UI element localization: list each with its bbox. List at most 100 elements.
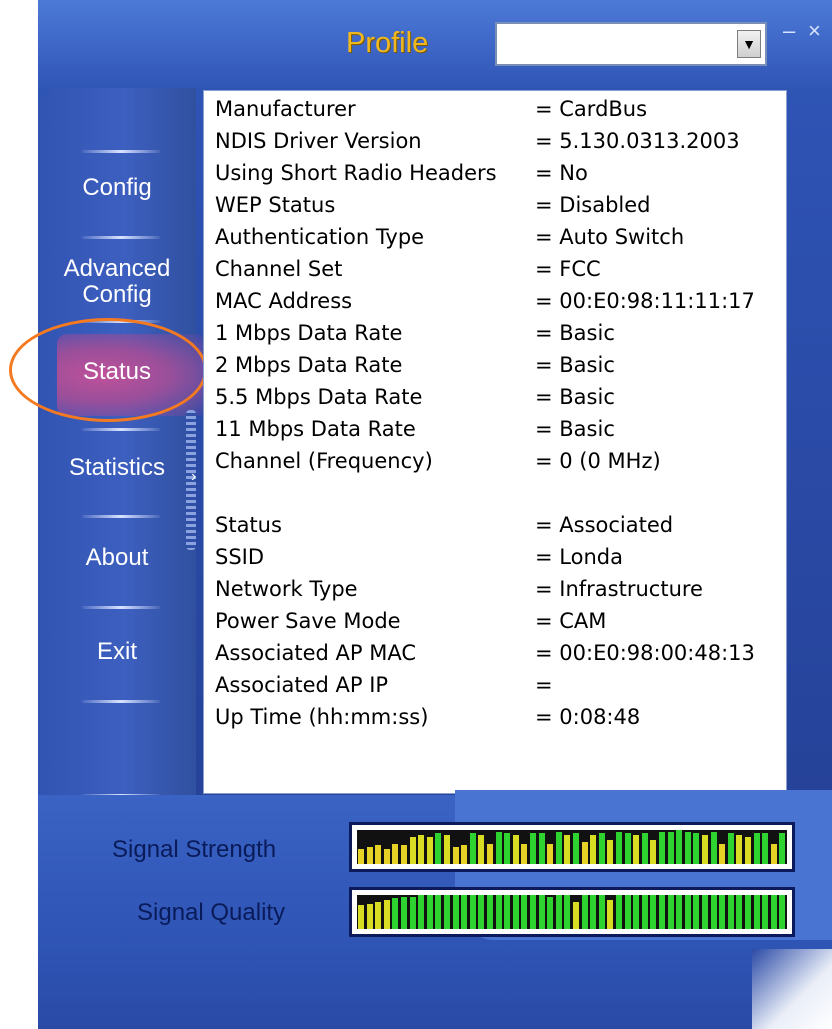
signal-quality-bar xyxy=(762,895,769,929)
status-value: = 00:E0:98:11:11:17 xyxy=(535,289,755,313)
signal-quality-bars xyxy=(357,895,787,929)
signal-quality-bar xyxy=(633,895,640,929)
status-label: WEP Status xyxy=(215,193,336,217)
status-label: NDIS Driver Version xyxy=(215,129,422,153)
signal-quality-bar xyxy=(521,895,528,929)
status-label: Authentication Type xyxy=(215,225,425,249)
sidebar-divider xyxy=(82,700,160,703)
signal-quality-bar xyxy=(745,895,751,929)
close-button[interactable]: × xyxy=(808,18,821,44)
signal-quality-bar xyxy=(710,895,717,929)
status-value: = 5.130.0313.2003 xyxy=(535,129,740,153)
sidebar-divider xyxy=(82,428,160,431)
signal-quality-bar xyxy=(547,896,554,929)
sidebar-item-config[interactable]: Config xyxy=(38,174,196,202)
signal-strength-bar xyxy=(633,835,640,864)
status-label: Channel Set xyxy=(215,257,343,281)
signal-quality-bar xyxy=(366,903,373,929)
profile-dropdown[interactable]: ▼ xyxy=(495,22,767,66)
signal-quality-bar xyxy=(469,895,476,929)
signal-strength-bar xyxy=(736,835,743,864)
status-label: 5.5 Mbps Data Rate xyxy=(215,385,423,409)
signal-quality-label: Signal Quality xyxy=(137,899,286,926)
signal-quality-bar xyxy=(727,895,734,929)
status-label: 11 Mbps Data Rate xyxy=(215,417,416,441)
signal-strength-bar xyxy=(710,831,717,864)
signal-quality-bar xyxy=(401,896,407,929)
signal-quality-bar xyxy=(512,895,519,929)
sidebar-divider xyxy=(82,236,160,239)
signal-quality-bar xyxy=(770,895,777,929)
signal-strength-bar xyxy=(590,835,597,864)
window-corner xyxy=(752,949,832,1029)
signal-quality-bar xyxy=(659,895,665,929)
signal-strength-bar xyxy=(538,833,545,864)
signal-strength-bar xyxy=(624,833,631,864)
signal-strength-bar xyxy=(779,833,786,864)
signal-quality-bar xyxy=(495,895,502,929)
signal-strength-bar xyxy=(392,843,399,864)
signal-quality-bar xyxy=(702,895,708,929)
signal-strength-bar xyxy=(762,833,769,864)
signal-strength-bar xyxy=(401,845,407,864)
signal-quality-bar xyxy=(641,895,648,929)
signal-quality-bar xyxy=(461,895,468,929)
signal-quality-bar xyxy=(607,900,614,929)
expand-arrow-icon[interactable]: › xyxy=(191,468,196,486)
signal-quality-bar xyxy=(487,895,493,929)
sidebar-item-advanced-config[interactable]: Advanced Config xyxy=(38,256,196,308)
sidebar-divider xyxy=(82,606,160,609)
signal-strength-bar xyxy=(358,848,364,864)
sidebar-item-exit[interactable]: Exit xyxy=(38,638,196,666)
signal-quality-bar xyxy=(564,895,571,929)
sidebar-item-about[interactable]: About xyxy=(38,544,196,572)
signal-strength-bar xyxy=(366,847,373,864)
sidebar-item-statistics[interactable]: Statistics xyxy=(38,454,196,482)
dropdown-arrow-icon[interactable]: ▼ xyxy=(737,30,761,58)
signal-strength-label: Signal Strength xyxy=(112,836,277,863)
signal-quality-bar xyxy=(392,898,399,929)
signal-strength-bar xyxy=(676,830,683,864)
signal-strength-bars xyxy=(357,830,787,864)
highlight-ring xyxy=(9,318,207,422)
status-value: = 0 (0 MHz) xyxy=(535,449,661,473)
signal-quality-bar xyxy=(444,895,450,929)
status-label: Up Time (hh:mm:ss) xyxy=(215,705,429,729)
status-label: Power Save Mode xyxy=(215,609,401,633)
status-value: = Basic xyxy=(535,321,615,345)
signal-strength-bar xyxy=(607,840,614,864)
signal-quality-bar xyxy=(616,895,622,929)
status-value: = Basic xyxy=(535,417,615,441)
signal-strength-bar xyxy=(667,831,674,864)
status-value: = Basic xyxy=(535,385,615,409)
signal-quality-bar xyxy=(624,895,631,929)
signal-strength-bar xyxy=(745,836,751,864)
signal-strength-bar xyxy=(383,848,390,864)
signal-quality-bar xyxy=(426,895,433,929)
signal-quality-bar xyxy=(598,895,605,929)
sidebar-item-label: Advanced Config xyxy=(63,255,171,308)
minimize-button[interactable]: – xyxy=(783,18,795,44)
status-value: = No xyxy=(535,161,588,185)
status-label: SSID xyxy=(215,545,265,569)
status-label: Network Type xyxy=(215,577,358,601)
signal-quality-bar xyxy=(590,895,597,929)
signal-strength-bar xyxy=(418,835,425,864)
signal-strength-bar xyxy=(435,833,442,864)
signal-strength-bar xyxy=(753,833,760,864)
status-value: = 0:08:48 xyxy=(535,705,641,729)
signal-strength-bar xyxy=(530,833,536,864)
signal-quality-bar xyxy=(538,895,545,929)
signal-quality-bar xyxy=(736,895,743,929)
signal-quality-bar xyxy=(779,895,786,929)
signal-strength-bar xyxy=(684,831,691,864)
status-value: = xyxy=(535,673,553,697)
signal-quality-bar xyxy=(573,901,579,929)
signal-strength-bar xyxy=(426,836,433,864)
status-value: = Basic xyxy=(535,353,615,377)
signal-quality-bar xyxy=(375,901,382,929)
signal-quality-bar xyxy=(753,895,760,929)
signal-strength-bar xyxy=(693,833,700,864)
status-label: Using Short Radio Headers xyxy=(215,161,497,185)
signal-strength-bar xyxy=(555,831,562,864)
